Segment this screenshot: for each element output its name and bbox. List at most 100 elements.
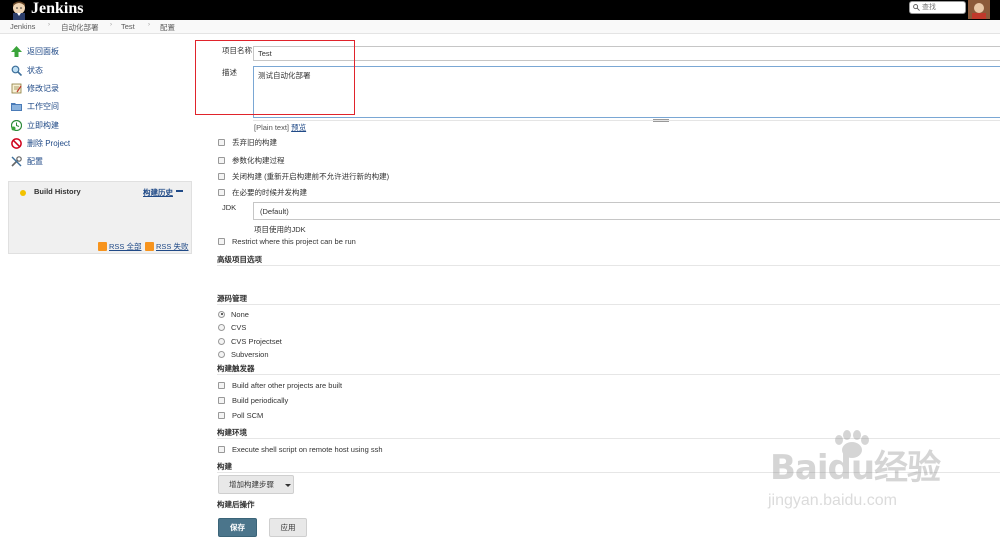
description-textarea[interactable]: 测试自动化部署: [253, 66, 1000, 118]
sidebar-item-label: 工作空间: [27, 101, 59, 111]
build-history-title: Build History: [34, 187, 81, 196]
divider: [217, 304, 1000, 305]
option-label: Build after other projects are built: [232, 380, 343, 390]
scm-section-title: 源码管理: [217, 294, 247, 303]
jdk-label: JDK: [222, 203, 237, 212]
concurrent-build-option[interactable]: 在必要的时候并发构建: [218, 186, 307, 198]
avatar[interactable]: [968, 0, 990, 19]
parameterized-option[interactable]: 参数化构建过程: [218, 154, 285, 166]
option-label: 关闭构建 (重新开启构建前不允许进行新的构建): [232, 171, 390, 181]
option-label: None: [231, 309, 249, 319]
checkbox[interactable]: [218, 188, 225, 196]
add-build-step-button[interactable]: 增加构建步骤: [218, 475, 294, 494]
watermark-url: jingyan.baidu.com: [768, 492, 897, 509]
breadcrumb-job[interactable]: Test: [121, 22, 135, 31]
checkbox[interactable]: [218, 396, 225, 404]
preview-link[interactable]: 预览: [291, 123, 306, 132]
option-label: 在必要的时候并发构建: [232, 187, 307, 197]
sidebar-item-delete-project[interactable]: 删除 Project: [11, 136, 70, 150]
chevron-right-icon: ›: [48, 22, 50, 28]
scm-option-none[interactable]: None: [218, 308, 249, 320]
breadcrumb: Jenkins › 自动化部署 › Test › 配置: [0, 20, 1000, 34]
chevron-right-icon: ›: [148, 22, 150, 28]
divider: [253, 120, 1000, 121]
sidebar-item-configure[interactable]: 配置: [11, 154, 43, 168]
option-label: 丢弃旧的构建: [232, 137, 277, 147]
folder-icon: [11, 102, 22, 111]
option-label: Build periodically: [232, 395, 289, 405]
checkbox[interactable]: [218, 172, 225, 180]
trigger-periodically[interactable]: Build periodically: [218, 394, 288, 406]
option-label: 参数化构建过程: [232, 155, 285, 165]
build-trend-link[interactable]: 构建历史: [143, 187, 173, 198]
sidebar-item-label: 修改记录: [27, 83, 59, 93]
post-build-section-title: 构建后操作: [217, 500, 255, 509]
checkbox[interactable]: [218, 138, 225, 146]
scm-option-cvs[interactable]: CVS: [218, 321, 246, 333]
rss-all-link[interactable]: RSS 全部: [98, 241, 142, 252]
disable-build-option[interactable]: 关闭构建 (重新开启构建前不允许进行新的构建): [218, 170, 389, 182]
search-input[interactable]: [922, 2, 964, 13]
option-label: CVS Projectset: [231, 336, 282, 346]
caret-down-icon: [285, 484, 291, 487]
jdk-help-text: 项目使用的JDK: [254, 225, 306, 234]
rss-icon: [145, 242, 154, 251]
sidebar-item-build-now[interactable]: 立即构建: [11, 118, 59, 132]
trend-dash-icon[interactable]: [176, 190, 183, 192]
checkbox[interactable]: [218, 411, 225, 419]
env-ssh-option[interactable]: Execute shell script on remote host usin…: [218, 443, 383, 455]
option-label: Restrict where this project can be run: [232, 236, 356, 246]
top-header: Jenkins: [0, 0, 1000, 20]
sidebar-item-label: 返回面板: [27, 46, 59, 56]
sidebar-item-label: 删除 Project: [27, 138, 71, 148]
sidebar-item-back-to-dashboard[interactable]: 返回面板: [11, 44, 59, 58]
radio-button[interactable]: [218, 323, 225, 331]
sidebar-item-changes[interactable]: 修改记录: [11, 81, 59, 95]
project-name-input[interactable]: Test: [253, 46, 1000, 61]
option-label: CVS: [231, 322, 247, 332]
breadcrumb-jenkins[interactable]: Jenkins: [10, 22, 35, 31]
trigger-poll-scm[interactable]: Poll SCM: [218, 409, 263, 421]
jenkins-butler-logo[interactable]: [8, 0, 30, 20]
breadcrumb-configure[interactable]: 配置: [160, 22, 175, 33]
option-label: Poll SCM: [232, 410, 264, 420]
watermark-brand: Baidu经验: [770, 448, 941, 488]
resize-handle[interactable]: [653, 119, 669, 122]
description-format: [Plain text] 预览: [254, 122, 306, 133]
restrict-option[interactable]: Restrict where this project can be run: [218, 235, 356, 247]
checkbox[interactable]: [218, 156, 225, 164]
save-button[interactable]: 保存: [218, 518, 257, 537]
sidebar-item-label: 配置: [27, 156, 43, 166]
advanced-section-title: 高级项目选项: [217, 255, 262, 264]
radio-button[interactable]: [218, 350, 225, 358]
rss-failures-link[interactable]: RSS 失败: [145, 241, 189, 252]
up-arrow-icon: [11, 45, 22, 57]
search-box[interactable]: [909, 1, 966, 14]
sidebar-item-workspace[interactable]: 工作空间: [11, 99, 59, 113]
jdk-select[interactable]: (Default): [253, 202, 1000, 220]
scm-option-cvs-projectset[interactable]: CVS Projectset: [218, 335, 282, 347]
sidebar-item-status[interactable]: 状态: [11, 63, 43, 77]
checkbox[interactable]: [218, 381, 225, 389]
notepad-icon: [11, 83, 22, 93]
divider: [217, 374, 1000, 375]
breadcrumb-folder[interactable]: 自动化部署: [61, 22, 99, 33]
option-label: Execute shell script on remote host usin…: [232, 444, 383, 454]
search-icon: [913, 4, 920, 11]
build-section-title: 构建: [217, 462, 232, 471]
radio-button[interactable]: [218, 310, 225, 318]
checkbox[interactable]: [218, 237, 225, 245]
scm-option-subversion[interactable]: Subversion: [218, 348, 269, 360]
search-icon: [11, 65, 22, 76]
plain-text-label: [Plain text]: [254, 123, 290, 132]
apply-button[interactable]: 应用: [269, 518, 307, 537]
clock-icon: [11, 119, 22, 131]
checkbox[interactable]: [218, 445, 225, 453]
highlight-annotation: [195, 40, 355, 115]
no-entry-icon: [11, 137, 22, 149]
sidebar-item-label: 立即构建: [27, 120, 59, 130]
trigger-after-other-projects[interactable]: Build after other projects are built: [218, 379, 342, 391]
discard-old-builds-option[interactable]: 丢弃旧的构建: [218, 136, 277, 148]
app-title[interactable]: Jenkins: [31, 0, 83, 18]
radio-button[interactable]: [218, 337, 225, 345]
